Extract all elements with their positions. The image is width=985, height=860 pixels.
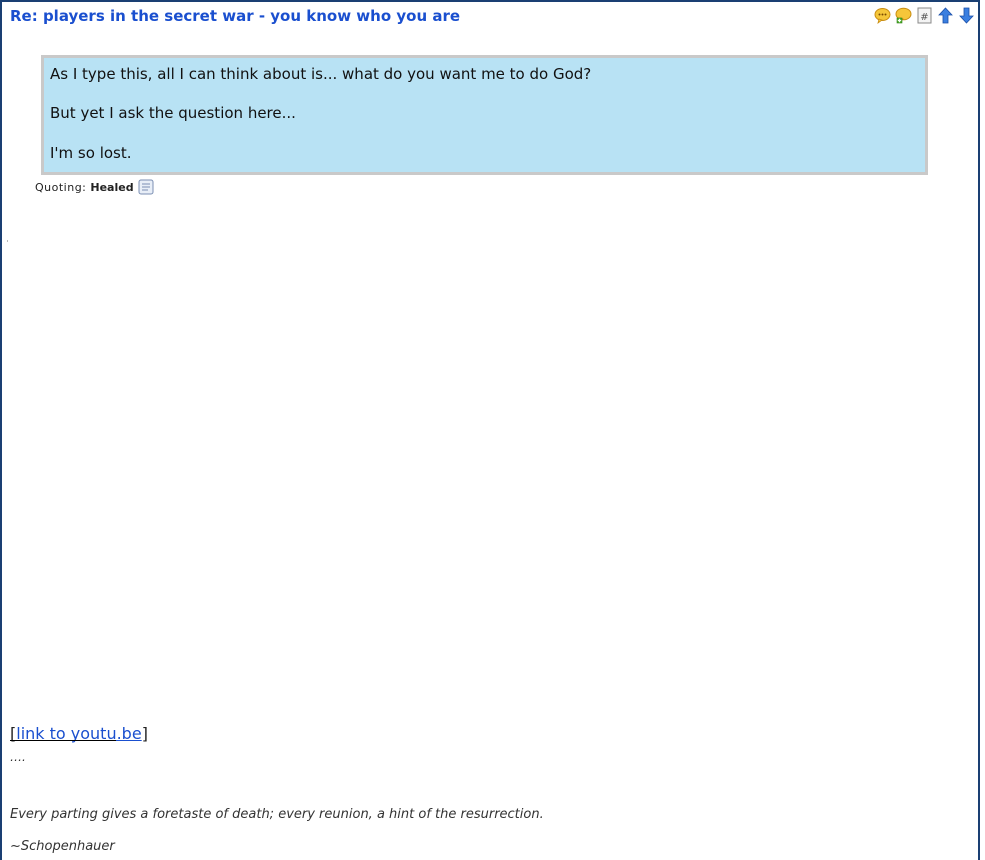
signature-author: ~Schopenhauer bbox=[10, 839, 115, 854]
permalink-icon[interactable]: # bbox=[916, 7, 933, 24]
spacer-mark bbox=[7, 240, 8, 242]
scroll-up-icon[interactable] bbox=[937, 7, 954, 24]
quote-reply-icon[interactable] bbox=[874, 7, 891, 24]
post-action-icons: # bbox=[874, 7, 975, 24]
quoting-label: Quoting: bbox=[35, 180, 87, 194]
quote-line-2: But yet I ask the question here... bbox=[50, 104, 296, 122]
quote-author[interactable]: Healed bbox=[90, 181, 133, 194]
view-original-post-icon[interactable] bbox=[138, 179, 154, 195]
quote-line-1: As I type this, all I can think about is… bbox=[50, 65, 592, 83]
add-reply-icon[interactable] bbox=[895, 7, 912, 24]
quote-attribution: Quoting: Healed bbox=[35, 179, 154, 195]
scroll-down-icon[interactable] bbox=[958, 7, 975, 24]
signature-divider bbox=[10, 740, 116, 741]
quote-line-3: I'm so lost. bbox=[50, 144, 132, 162]
post-title[interactable]: Re: players in the secret war - you know… bbox=[10, 7, 460, 25]
signature-dots: …. bbox=[10, 750, 26, 764]
post-top-border bbox=[0, 0, 980, 2]
svg-text:#: # bbox=[920, 12, 928, 23]
link-bracket-close: ] bbox=[141, 724, 148, 743]
signature-quote: Every parting gives a foretaste of death… bbox=[10, 807, 544, 822]
quote-box: As I type this, all I can think about is… bbox=[41, 55, 928, 175]
